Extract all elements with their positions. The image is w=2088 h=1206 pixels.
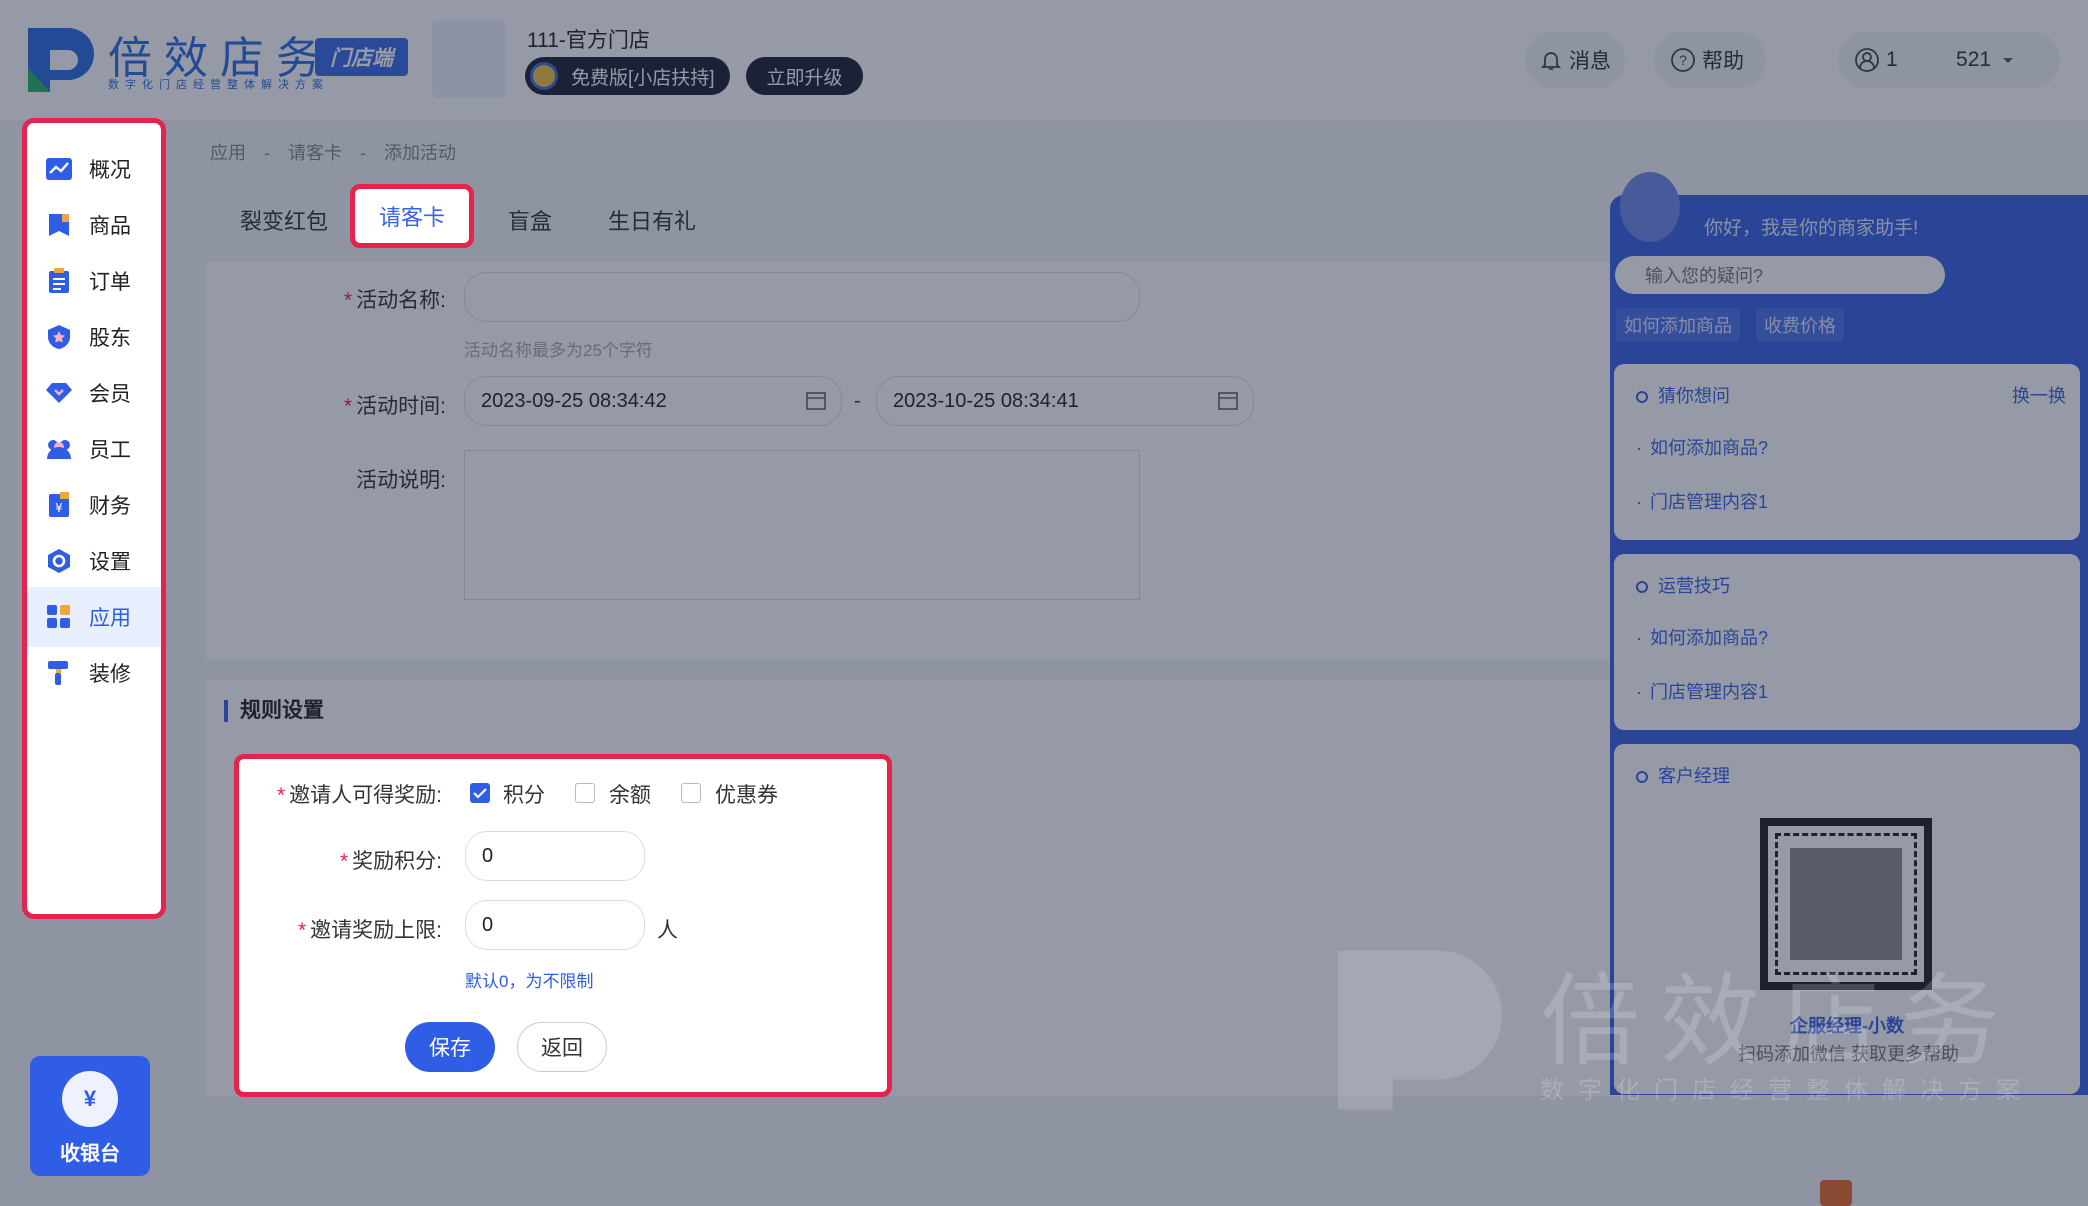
decorate-icon: [45, 659, 73, 687]
limit-label-text: 邀请奖励上限:: [310, 919, 442, 942]
sidebar-item-label: 员工: [89, 439, 131, 462]
limit-hint: 默认0，为不限制: [465, 972, 594, 991]
sidebar-item-settings[interactable]: 设置: [27, 531, 161, 591]
sidebar-item-label: 商品: [89, 215, 131, 238]
member-icon: [45, 379, 73, 407]
reward-label-text: 邀请人可得奖励:: [289, 784, 442, 807]
coupon-option-label[interactable]: 优惠券: [715, 779, 778, 809]
chart-icon: [45, 155, 73, 183]
sidebar-item-label: 应用: [89, 607, 131, 630]
sidebar-item-label: 设置: [89, 551, 131, 574]
finance-icon: ¥: [45, 491, 73, 519]
watermark-subtitle: 数字化门店经营整体解决方案: [1540, 1077, 2034, 1104]
points-checkbox[interactable]: [470, 783, 490, 803]
sidebar-item-label: 订单: [89, 271, 131, 294]
points-option-label[interactable]: 积分: [503, 779, 545, 809]
sidebar-item-label: 股东: [89, 327, 131, 350]
back-button[interactable]: 返回: [517, 1022, 607, 1072]
balance-checkbox[interactable]: [575, 783, 595, 803]
svg-text:¥: ¥: [55, 501, 63, 515]
coupon-checkbox[interactable]: [681, 783, 701, 803]
sidebar-item-apps[interactable]: 应用: [27, 587, 161, 647]
cashier-icon: ¥: [62, 1071, 118, 1127]
required-mark: *: [276, 784, 286, 807]
points-label-text: 奖励积分:: [352, 850, 442, 873]
cashier-button[interactable]: ¥ 收银台: [30, 1056, 150, 1176]
goods-icon: [45, 211, 73, 239]
checkmark-icon: [473, 788, 487, 799]
reward-label: * 邀请人可得奖励:: [239, 779, 442, 809]
tab-guest-card[interactable]: 请客卡: [350, 184, 474, 248]
sidebar-item-label: 概况: [89, 159, 131, 182]
sidebar-item-label: 会员: [89, 383, 131, 406]
cashier-label: 收银台: [60, 1143, 120, 1165]
sidebar-item-label: 财务: [89, 495, 131, 518]
reward-limit-input[interactable]: 0: [465, 900, 645, 950]
sidebar-item-orders[interactable]: 订单: [27, 251, 161, 311]
save-button[interactable]: 保存: [405, 1022, 495, 1072]
settings-icon: [45, 547, 73, 575]
shareholder-icon: [45, 323, 73, 351]
staff-icon: [45, 435, 73, 463]
sidebar-item-staff[interactable]: 员工: [27, 419, 161, 479]
order-icon: [45, 267, 73, 295]
reward-points-input[interactable]: 0: [465, 831, 645, 881]
sidebar-item-goods[interactable]: 商品: [27, 195, 161, 255]
apps-icon: [45, 603, 73, 631]
limit-label: * 邀请奖励上限:: [239, 914, 442, 944]
rules-form: * 邀请人可得奖励: 积分 余额 优惠券 * 奖励积分: 0 * 邀请奖励上限: 0 …: [234, 754, 892, 1097]
required-mark: *: [339, 850, 349, 873]
required-mark: *: [297, 919, 307, 942]
watermark-logo-icon: [1338, 950, 1502, 1110]
sidebar-item-members[interactable]: 会员: [27, 363, 161, 423]
points-label: * 奖励积分:: [239, 845, 442, 875]
sidebar-item-label: 装修: [89, 663, 131, 686]
watermark-text: 倍效店务: [1540, 963, 2020, 1080]
sidebar-item-shareholders[interactable]: 股东: [27, 307, 161, 367]
balance-option-label[interactable]: 余额: [609, 779, 651, 809]
sidebar-item-decorate[interactable]: 装修: [27, 643, 161, 703]
sidebar-item-finance[interactable]: ¥ 财务: [27, 475, 161, 535]
sidebar-nav: 概况 商品 订单 股东 会员 员工 ¥ 财务 设置 应用 装修: [22, 118, 166, 919]
limit-unit: 人: [657, 919, 678, 942]
sidebar-item-overview[interactable]: 概况: [27, 139, 161, 199]
